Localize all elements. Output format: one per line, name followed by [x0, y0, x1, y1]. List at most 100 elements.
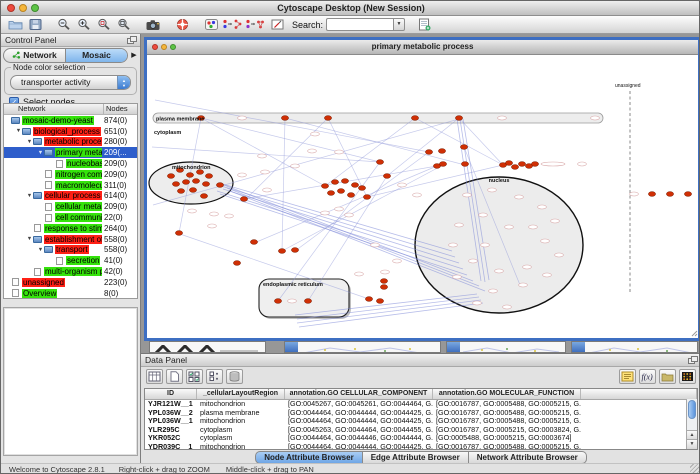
zoom-out-button[interactable] [54, 17, 74, 32]
zoom-fit-button[interactable] [114, 17, 134, 32]
network-node[interactable] [331, 180, 338, 185]
network-node[interactable] [411, 116, 418, 121]
float-panel-icon[interactable] [688, 356, 697, 364]
tree-item[interactable]: ▼cellular process614(0) [4, 191, 137, 202]
network-node-small[interactable] [288, 299, 297, 303]
network-node-small[interactable] [555, 253, 564, 257]
network-node[interactable] [438, 149, 445, 154]
network-node[interactable] [233, 261, 240, 266]
tree-expander-icon[interactable]: ▼ [37, 150, 44, 156]
network-node-small[interactable] [551, 219, 560, 223]
network-canvas[interactable]: plasma membrane cytoplasm mitochondrion … [147, 55, 698, 338]
network-node-small[interactable] [541, 239, 550, 243]
tree-item[interactable]: multi-organism pro42(0) [4, 266, 137, 277]
table-cell-region[interactable]: cytoplasm [197, 426, 285, 435]
export-image-button[interactable] [143, 17, 163, 32]
network-node-small[interactable] [630, 192, 639, 196]
network-node-small[interactable] [238, 116, 247, 120]
import-table-button[interactable] [414, 17, 434, 32]
tree-item[interactable]: secretion41(0) [4, 255, 137, 266]
network-node[interactable] [216, 183, 223, 188]
network-node[interactable] [383, 174, 390, 179]
network-node-small[interactable] [449, 243, 458, 247]
network-node[interactable] [505, 161, 512, 166]
table-vertical-scrollbar[interactable]: ▲ ▼ [686, 399, 697, 449]
region-plasma-membrane[interactable] [153, 113, 603, 123]
network-node[interactable] [648, 192, 655, 197]
table-cell-molecular[interactable]: [GO:0016787, GO:0005488, GO:0005215, G..… [433, 400, 581, 409]
network-node-small[interactable] [543, 273, 552, 277]
network-view-frame[interactable]: primary metabolic process [144, 37, 700, 341]
tree-item[interactable]: Overview8(0) [4, 288, 137, 299]
network-node-small[interactable] [398, 183, 407, 187]
network-node[interactable] [327, 191, 334, 196]
network-node[interactable] [186, 173, 193, 178]
network-node-small[interactable] [523, 265, 532, 269]
open-session-button[interactable] [5, 17, 25, 32]
col-header-molecular-function[interactable]: annotation.GO MOLECULAR_FUNCTION [433, 389, 581, 399]
tree-item[interactable]: cell communicat22(0) [4, 212, 137, 223]
network-node-small[interactable] [371, 243, 380, 247]
table-cell-region[interactable]: mitochondrion [197, 443, 285, 450]
network-node-small[interactable] [413, 193, 422, 197]
search-dropdown-button[interactable]: ▼ [393, 18, 405, 31]
network-node[interactable] [278, 249, 285, 254]
network-node-small[interactable] [481, 243, 490, 247]
network-node[interactable] [511, 165, 518, 170]
network-node-small[interactable] [591, 116, 600, 120]
table-cell-cellular[interactable]: [GO:0044464, GO:0044446, GO:0044444, G..… [285, 434, 433, 443]
node-color-attribute-select[interactable]: transporter activity ▲▼ [10, 75, 131, 90]
help-button[interactable] [172, 17, 192, 32]
network-node[interactable] [376, 299, 383, 304]
network-node-small[interactable] [291, 164, 300, 168]
network-node-small[interactable] [519, 283, 528, 287]
table-row[interactable]: YPL036W__1mitochondrion[GO:0044464, GO:0… [145, 417, 697, 426]
tree-expander-icon[interactable]: ▼ [26, 193, 33, 199]
network-node[interactable] [167, 174, 174, 179]
network-node-small[interactable] [455, 223, 464, 227]
network-node[interactable] [177, 189, 184, 194]
col-header-id[interactable]: ID [145, 389, 197, 399]
network-node-small[interactable] [308, 149, 317, 153]
network-node-small[interactable] [489, 289, 498, 293]
network-node-small[interactable] [393, 259, 402, 263]
network-node[interactable] [240, 197, 247, 202]
network-node[interactable] [274, 299, 281, 304]
tree-item[interactable]: mosaic-demo-yeast874(0) [4, 115, 137, 126]
tree-item[interactable]: nitrogen compo209(0) [4, 169, 137, 180]
network-node[interactable] [666, 192, 673, 197]
region-nucleus[interactable] [415, 177, 583, 313]
table-cell-region[interactable]: mitochondrion [197, 417, 285, 426]
network-node-small[interactable] [503, 305, 512, 309]
tree-item[interactable]: unassigned223(0) [4, 277, 137, 288]
network-node[interactable] [250, 240, 257, 245]
table-row[interactable]: YJR121W__1mitochondrion[GO:0045267, GO:0… [145, 400, 697, 409]
network-node[interactable] [192, 179, 199, 184]
network-node[interactable] [518, 162, 525, 167]
tab-network[interactable]: Network [4, 49, 65, 62]
tree-item[interactable]: macromolecule311(0) [4, 180, 137, 191]
network-node-small[interactable] [479, 213, 488, 217]
table-cell-cellular[interactable]: [GO:0045267, GO:0045261, GO:0044464, G..… [285, 400, 433, 409]
network-node-small[interactable] [381, 270, 390, 274]
canvas-resize-grip[interactable] [692, 331, 697, 336]
network-node-small[interactable] [515, 195, 524, 199]
table-row[interactable]: YDR039C__1mitochondrion[GO:0044464, GO:0… [145, 443, 697, 450]
delete-attribute-button[interactable] [226, 369, 243, 384]
network-node-small[interactable] [529, 225, 538, 229]
network-node[interactable] [304, 299, 311, 304]
network-node-small[interactable] [498, 116, 507, 120]
birds-eye-view[interactable] [3, 307, 138, 456]
network-node[interactable] [439, 162, 446, 167]
table-cell-region[interactable]: mitochondrion [197, 400, 285, 409]
table-cell-id[interactable]: YKR052C [145, 434, 197, 443]
col-header-cellular-component[interactable]: annotation.GO CELLULAR_COMPONENT [285, 389, 433, 399]
table-cell-id[interactable]: YDR039C__1 [145, 443, 197, 450]
zoom-selected-button[interactable] [94, 17, 114, 32]
network-node[interactable] [205, 174, 212, 179]
scrollbar-thumb[interactable] [688, 400, 696, 419]
network-node-small[interactable] [488, 188, 497, 192]
float-panel-icon[interactable] [127, 36, 136, 44]
background-window-3[interactable] [446, 341, 566, 353]
network-node[interactable] [324, 116, 331, 121]
